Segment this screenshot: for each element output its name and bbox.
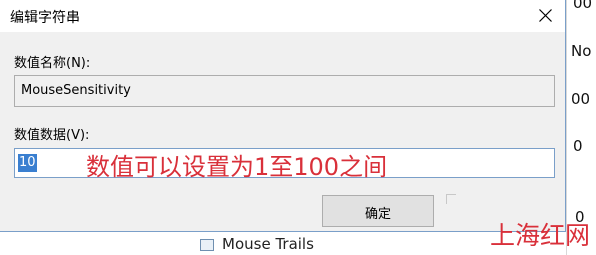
cancel-button-edge xyxy=(446,194,456,204)
value-data-text[interactable]: 10 xyxy=(18,154,37,172)
background-text: 00 xyxy=(571,90,591,108)
edit-string-dialog: 编辑字符串 数值名称(N): MouseSensitivity 数值数据(V):… xyxy=(0,0,566,232)
registry-value-icon xyxy=(200,239,214,251)
ok-button[interactable]: 确定 xyxy=(322,195,434,227)
ok-button-label: 确定 xyxy=(364,207,391,222)
value-data-label: 数值数据(V): xyxy=(14,128,90,143)
title-bar[interactable]: 编辑字符串 xyxy=(0,0,565,32)
background-list-item[interactable]: Mouse Trails xyxy=(222,235,314,253)
dialog-title: 编辑字符串 xyxy=(10,10,80,26)
background-text: 0 xyxy=(573,137,583,155)
close-icon xyxy=(539,9,552,22)
value-name-field: MouseSensitivity xyxy=(14,75,555,107)
value-name-text: MouseSensitivity xyxy=(21,83,131,98)
background-text: 00 xyxy=(573,0,593,12)
annotation-text: 数值可以设置为1至100之间 xyxy=(86,153,388,181)
close-button[interactable] xyxy=(527,0,565,32)
watermark: 上海红网 xyxy=(490,221,591,250)
background-text: No xyxy=(571,42,592,60)
value-name-label: 数值名称(N): xyxy=(14,56,91,71)
